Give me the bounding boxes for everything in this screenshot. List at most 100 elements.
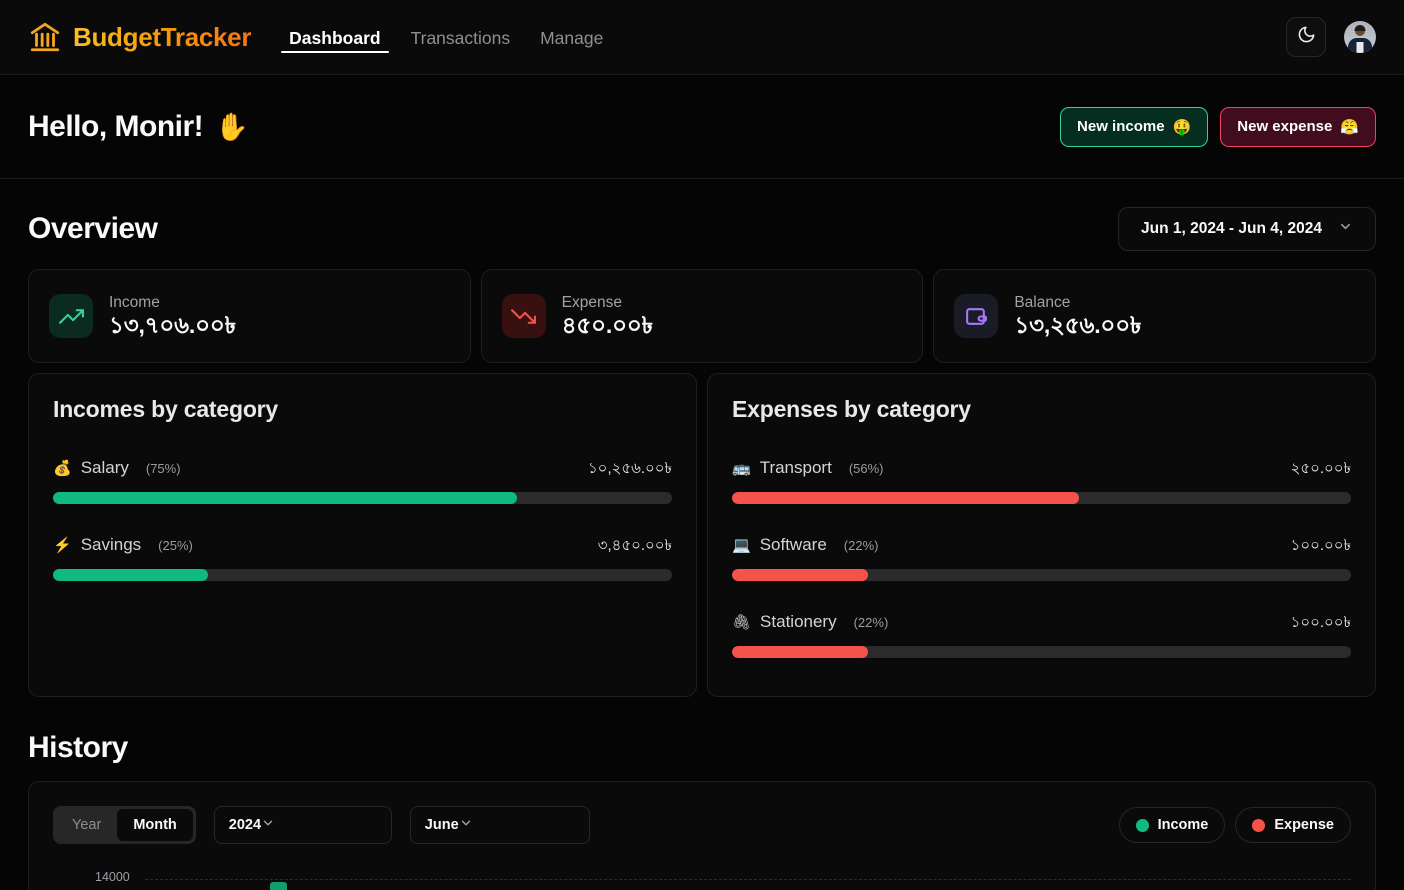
trending-up-icon [49,294,93,338]
period-month-button[interactable]: Month [117,809,193,841]
overview-title: Overview [28,212,158,245]
greeting-bar: Hello, Monir! ✋ New income 🤑 New expense… [0,75,1404,179]
nav-links: Dashboard Transactions Manage [281,0,611,74]
expense-row-transport: 🚌 Transport (56%) ২৫০.০০৳ [732,457,1351,482]
paperclip-icon: 🖇 [732,614,752,631]
income-percent-salary: (75%) [145,460,181,476]
expense-row-stationery: 🖇 Stationery (22%) ১০০.০০৳ [732,611,1351,636]
brand-name: BudgetTracker [73,21,252,52]
income-name-savings: ⚡ Savings (25%) [53,535,193,555]
year-select[interactable]: 2024 [213,806,392,844]
list-item: 💻 Software (22%) ১০০.০০৳ [732,534,1351,581]
income-label-salary: Salary [80,458,129,477]
chart-ytick-14000: 14000 [95,870,130,884]
progress-track-savings [53,569,672,581]
nav-link-transactions[interactable]: Transactions [403,2,519,73]
greeting-text: Hello, Monir! [28,109,204,143]
income-color-dot-icon [1135,818,1149,832]
moon-icon [1297,25,1316,49]
progress-track-stationery [732,646,1351,658]
expenses-by-category-title: Expenses by category [732,396,971,422]
stat-value-expense: ৪৫০.০০৳ [561,311,653,338]
progress-fill-software [732,569,869,581]
legend-expense[interactable]: Expense [1235,807,1351,843]
income-label-savings: Savings [80,535,142,554]
lightning-icon: ⚡ [53,537,72,554]
expense-percent-stationery: (22%) [853,614,889,630]
list-item: 🖇 Stationery (22%) ১০০.০০৳ [732,611,1351,658]
list-item: 💰 Salary (75%) ১০,২৫৬.০০৳ [53,457,672,504]
progress-fill-savings [53,569,208,581]
incomes-by-category-title: Incomes by category [53,396,279,422]
money-face-icon: 🤑 [1172,118,1192,136]
new-income-button[interactable]: New income 🤑 [1060,106,1209,147]
legend-expense-label: Expense [1274,817,1334,833]
period-year-button[interactable]: Year [56,809,117,841]
expense-name-software: 💻 Software (22%) [732,535,878,555]
month-select[interactable]: June [409,806,590,844]
history-card: Year Month 2024 June Income Expense 1400… [28,781,1376,890]
income-amount-salary: ১০,২৫৬.০০৳ [587,460,672,477]
navbar-right-controls [1286,17,1376,57]
stat-label-expense: Expense [561,293,622,311]
stat-card-balance: Balance ১৩,২৫৬.০০৳ [933,269,1377,363]
expense-percent-software: (22%) [843,537,879,553]
history-header: History [28,697,1376,781]
top-navbar: BudgetTracker Dashboard Transactions Man… [0,0,1404,75]
expense-label-stationery: Stationery [760,612,837,631]
wallet-icon [954,294,999,338]
list-item: ⚡ Savings (25%) ৩,৪৫০.০০৳ [53,534,672,581]
app-root: BudgetTracker Dashboard Transactions Man… [0,0,1404,890]
theme-toggle-button[interactable] [1286,17,1326,57]
expense-amount-transport: ২৫০.০০৳ [1290,460,1351,477]
incomes-by-category-card: Incomes by category 💰 Salary (75%) ১০,২৫… [28,373,697,697]
progress-fill-stationery [732,646,869,658]
history-toolbar: Year Month 2024 June Income Expense [53,806,1351,844]
progress-fill-salary [53,492,518,504]
history-title: History [28,731,128,764]
stat-value-income: ১৩,৭০৬.০০৳ [109,311,236,338]
expense-name-stationery: 🖇 Stationery (22%) [732,612,888,632]
progress-fill-transport [732,492,1079,504]
expense-row-software: 💻 Software (22%) ১০০.০০৳ [732,534,1351,559]
avatar[interactable] [1344,21,1376,53]
brand-logo[interactable]: BudgetTracker [28,20,251,54]
main-content: Overview Jun 1, 2024 - Jun 4, 2024 Incom… [0,179,1404,890]
progress-track-software [732,569,1351,581]
stat-value-balance: ১৩,২৫৬.০০৳ [1014,311,1142,338]
overview-header: Overview Jun 1, 2024 - Jun 4, 2024 [28,179,1376,269]
category-panels: Incomes by category 💰 Salary (75%) ১০,২৫… [28,373,1376,697]
expense-amount-software: ১০০.০০৳ [1290,537,1351,554]
year-select-value: 2024 [228,817,262,833]
bank-icon [28,20,62,54]
new-expense-label: New expense [1237,118,1333,135]
progress-track-salary [53,492,672,504]
new-expense-button[interactable]: New expense 😤 [1220,106,1376,147]
chart-bar-income [270,882,287,890]
stat-text-balance: Balance ১৩,২৫৬.০০৳ [1014,293,1141,340]
period-segmented-control: Year Month [53,806,196,844]
avatar-shirt [1356,42,1364,53]
overview-stats: Income ১৩,৭০৬.০০৳ Expense ৪৫০.০০৳ Balanc… [28,269,1377,363]
money-bag-icon: 💰 [53,460,72,477]
chart-legend: Income Expense [1118,807,1351,843]
stat-text-income: Income ১৩,৭০৬.০০৳ [109,293,236,340]
trending-down-icon [501,294,546,338]
income-row-salary: 💰 Salary (75%) ১০,২৫৬.০০৳ [53,457,672,482]
date-range-picker[interactable]: Jun 1, 2024 - Jun 4, 2024 [1118,207,1376,251]
nav-link-manage[interactable]: Manage [532,2,611,73]
stat-text-expense: Expense ৪৫০.০০৳ [562,293,653,340]
legend-income-label: Income [1157,817,1209,833]
legend-income[interactable]: Income [1118,807,1226,843]
stat-card-expense: Expense ৪৫০.০০৳ [480,269,924,363]
income-name-salary: 💰 Salary (75%) [53,458,181,478]
month-select-value: June [424,817,459,833]
chart-gridline [145,879,1351,880]
expense-label-software: Software [759,535,827,554]
expense-amount-stationery: ১০০.০০৳ [1290,614,1351,631]
greeting-actions: New income 🤑 New expense 😤 [1060,106,1376,147]
nav-link-dashboard[interactable]: Dashboard [281,2,389,73]
chevron-down-icon [261,816,275,834]
stat-card-income: Income ১৩,৭০৬.০০৳ [28,269,471,363]
waving-hand-icon: ✋ [215,111,249,142]
